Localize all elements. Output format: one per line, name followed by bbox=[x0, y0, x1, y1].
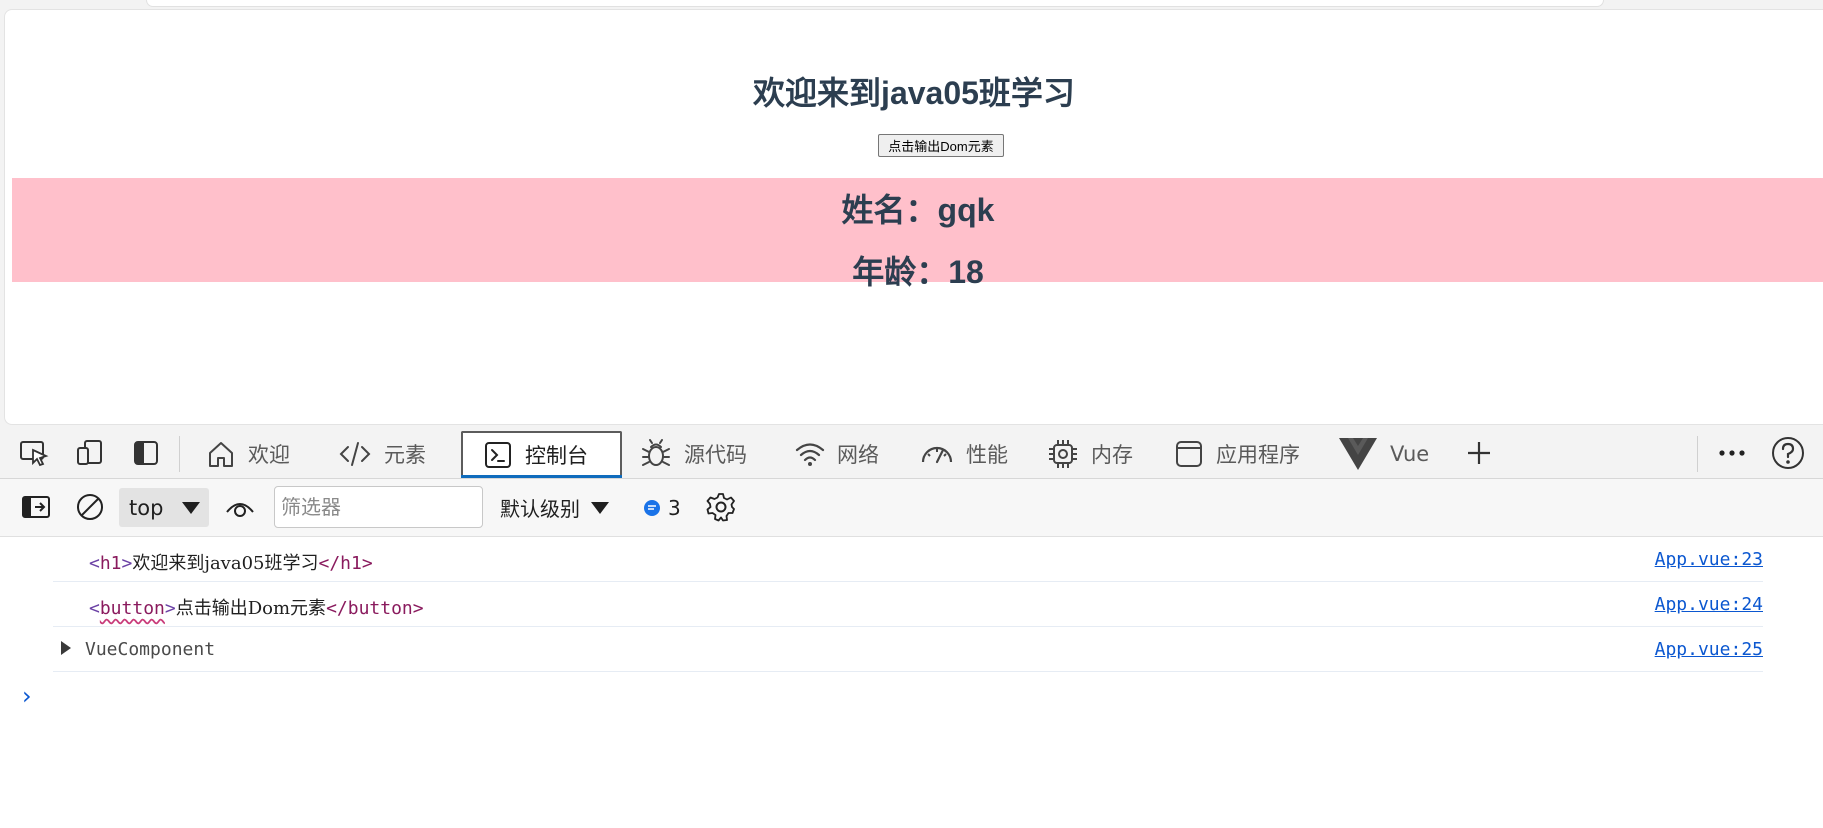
divider bbox=[179, 436, 180, 472]
tab-edge bbox=[146, 0, 1604, 7]
console-icon bbox=[485, 441, 511, 468]
filter-input[interactable] bbox=[274, 486, 483, 528]
plus-icon bbox=[1468, 442, 1490, 464]
help-icon bbox=[1772, 437, 1804, 469]
clear-console-button[interactable] bbox=[72, 490, 108, 524]
student-name: 姓名：gqk bbox=[841, 192, 995, 228]
tab-welcome[interactable]: 欢迎 bbox=[206, 431, 290, 476]
tab-console[interactable]: 控制台 bbox=[461, 431, 622, 478]
issues-count-button[interactable]: 3 bbox=[642, 488, 681, 527]
source-link[interactable]: App.vue:23 bbox=[1655, 549, 1763, 570]
tab-vue[interactable]: Vue bbox=[1338, 431, 1429, 476]
gauge-icon bbox=[921, 446, 953, 463]
live-expression-button[interactable] bbox=[222, 490, 258, 524]
more-tools-button[interactable] bbox=[1714, 436, 1750, 470]
log-message: <h1>欢迎来到java05班学习</h1> bbox=[89, 553, 373, 574]
eye-icon bbox=[226, 503, 254, 517]
gear-icon bbox=[706, 493, 735, 522]
page-viewport: 欢迎来到java05班学习 点击输出Dom元素 姓名：gqk 年龄：18 bbox=[4, 9, 1823, 425]
inspect-element-button[interactable] bbox=[16, 436, 52, 470]
tab-network[interactable]: 网络 bbox=[795, 431, 879, 476]
clear-icon bbox=[77, 494, 103, 520]
code-icon bbox=[339, 441, 371, 466]
app-window-icon bbox=[1176, 440, 1202, 467]
browser-tab-strip bbox=[0, 0, 1823, 8]
expand-triangle-icon[interactable] bbox=[61, 641, 71, 655]
inspect-icon bbox=[20, 441, 49, 467]
tab-sources[interactable]: 源代码 bbox=[640, 431, 747, 476]
context-select[interactable]: top bbox=[119, 488, 209, 527]
vue-logo-icon bbox=[1339, 437, 1377, 470]
devtools-tabbar: 欢迎 元素 控制台 源代码 网络 性能 内存 应用程序 Vue bbox=[0, 428, 1823, 479]
tab-application[interactable]: 应用程序 bbox=[1174, 431, 1300, 476]
print-dom-button[interactable]: 点击输出Dom元素 bbox=[878, 134, 1004, 157]
device-emulation-button[interactable] bbox=[72, 436, 108, 470]
dropdown-arrow-icon bbox=[591, 501, 609, 514]
bug-icon bbox=[642, 438, 670, 466]
help-button[interactable] bbox=[1770, 436, 1806, 470]
source-link[interactable]: App.vue:24 bbox=[1655, 594, 1763, 615]
tab-elements[interactable]: 元素 bbox=[338, 431, 426, 476]
show-console-sidebar-button[interactable] bbox=[18, 490, 54, 524]
log-row[interactable]: <button>点击输出Dom元素</button> App.vue:24 bbox=[53, 582, 1763, 627]
more-icon bbox=[1719, 450, 1745, 456]
message-bubble-icon bbox=[644, 499, 660, 516]
log-row[interactable]: <h1>欢迎来到java05班学习</h1> App.vue:23 bbox=[53, 537, 1763, 582]
log-message: <button>点击输出Dom元素</button> bbox=[89, 598, 424, 619]
sidebar-toggle-icon bbox=[22, 496, 50, 518]
home-icon bbox=[209, 441, 233, 467]
console-prompt[interactable]: › bbox=[22, 682, 32, 710]
dropdown-arrow-icon bbox=[182, 501, 201, 514]
tab-memory[interactable]: 内存 bbox=[1047, 431, 1133, 476]
tab-performance[interactable]: 性能 bbox=[920, 431, 1008, 476]
wifi-icon bbox=[795, 442, 825, 466]
console-toolbar: top 默认级别 3 bbox=[0, 479, 1823, 537]
log-object: VueComponent bbox=[85, 639, 216, 660]
console-settings-button[interactable] bbox=[703, 490, 739, 524]
student-info-box: 姓名：gqk 年龄：18 bbox=[12, 178, 1823, 290]
student-age: 年龄：18 bbox=[852, 254, 984, 290]
log-levels-select[interactable]: 默认级别 bbox=[500, 488, 610, 527]
log-row[interactable]: VueComponent App.vue:25 bbox=[53, 627, 1763, 672]
chip-icon bbox=[1049, 439, 1077, 468]
device-icon bbox=[77, 440, 102, 465]
page-title: 欢迎来到java05班学习 bbox=[753, 75, 1075, 111]
sidebar-panel-icon bbox=[134, 441, 158, 465]
toggle-sidebar-button[interactable] bbox=[128, 436, 164, 470]
divider bbox=[1697, 436, 1698, 472]
console-output: <h1>欢迎来到java05班学习</h1> App.vue:23 <butto… bbox=[0, 537, 1823, 828]
add-tool-button[interactable] bbox=[1461, 436, 1497, 470]
source-link[interactable]: App.vue:25 bbox=[1655, 639, 1763, 660]
